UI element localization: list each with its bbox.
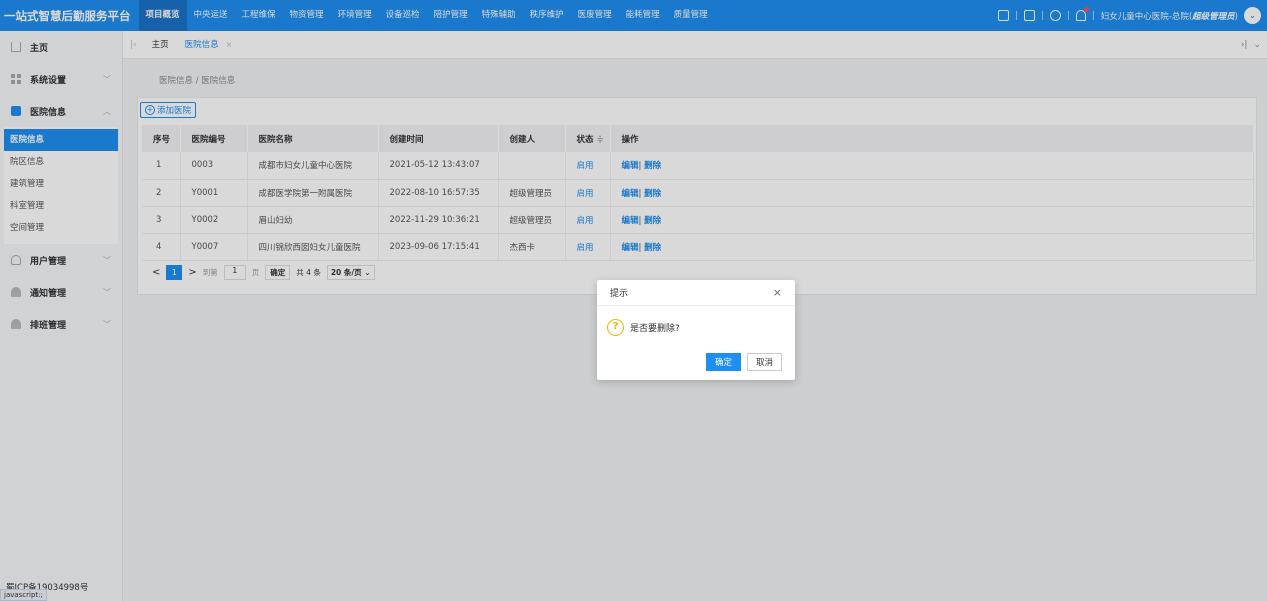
- dialog-body: ? 是否要删除?: [597, 306, 795, 336]
- close-icon[interactable]: ×: [773, 286, 782, 299]
- confirm-button[interactable]: 确定: [705, 353, 741, 371]
- dialog-title: 提示: [610, 289, 629, 299]
- dialog-header: 提示 ×: [597, 280, 795, 306]
- dialog-buttons: 确定 取消: [705, 353, 782, 371]
- dialog-message: 是否要删除?: [630, 324, 680, 334]
- question-icon: ?: [607, 319, 624, 336]
- cancel-button[interactable]: 取消: [746, 353, 782, 371]
- confirm-dialog: 提示 × ? 是否要删除? 确定 取消: [597, 280, 795, 380]
